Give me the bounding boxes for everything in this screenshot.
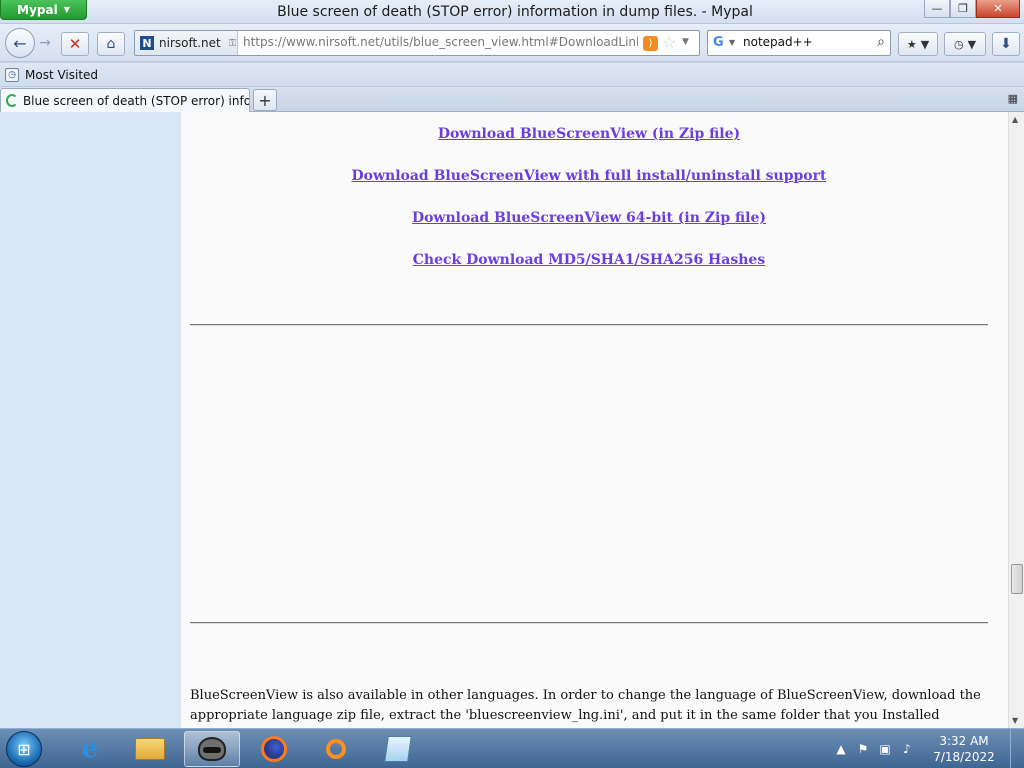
scrollbar-thumb[interactable] — [1011, 564, 1023, 594]
taskbar-internet-explorer[interactable]: e — [62, 731, 118, 767]
history-dropdown-icon: ▼ — [967, 37, 977, 51]
magnifier-icon — [326, 739, 346, 759]
address-bar[interactable]: N nirsoft.net ⚿ ) ☆ ▼ — [134, 30, 700, 56]
history-clock-icon: ◷ — [953, 37, 964, 51]
show-desktop-button[interactable] — [1010, 729, 1024, 768]
tab-active[interactable]: Blue screen of death (STOP error) inform… — [0, 88, 250, 112]
maximize-button[interactable]: ❐ — [950, 0, 976, 18]
tab-label: Blue screen of death (STOP error) inform… — [22, 93, 249, 108]
window-controls: — ❐ ✕ — [924, 0, 1020, 18]
history-button[interactable]: ◷ ▼ — [944, 32, 986, 56]
stop-button[interactable]: ✕ — [61, 32, 89, 56]
check-hashes-link[interactable]: Check Download MD5/SHA1/SHA256 Hashes — [190, 252, 988, 268]
search-engine-dropdown-icon[interactable]: ▼ — [729, 38, 735, 47]
most-visited-icon: ◷ — [5, 67, 19, 82]
clock[interactable]: 3:32 AM 7/18/2022 — [924, 733, 1004, 765]
search-input[interactable] — [743, 35, 863, 49]
search-icon[interactable]: ⌕ — [877, 34, 885, 50]
scroll-up-icon[interactable]: ▲ — [1012, 115, 1018, 124]
plus-icon: + — [258, 90, 272, 110]
title-bar: Mypal ▼ Blue screen of death (STOP error… — [0, 0, 1024, 24]
search-bar[interactable]: G ▼ ⌕ — [707, 30, 891, 56]
left-sidebar-column — [0, 112, 181, 728]
forward-arrow-icon: → — [39, 35, 51, 51]
bookmark-star-icon[interactable]: ☆ — [662, 33, 676, 52]
app-menu-button[interactable]: Mypal ▼ — [0, 0, 87, 20]
taskbar-file-explorer[interactable] — [122, 731, 178, 767]
clock-time: 3:32 AM — [939, 734, 989, 748]
app-menu-label: Mypal — [17, 2, 58, 17]
bookmarks-icon: ★ — [906, 37, 917, 51]
google-icon[interactable]: G — [713, 35, 724, 50]
taskbar: ⊞ e ▲ ⚑ ▣ ♪ 3:32 AM 7/18/2022 — [0, 728, 1024, 768]
clock-date: 7/18/2022 — [933, 750, 995, 764]
bookmark-most-visited[interactable]: Most Visited — [25, 68, 98, 82]
notepad-icon — [384, 736, 412, 762]
action-center-flag-icon[interactable]: ⚑ — [852, 742, 874, 756]
lock-icon: ⚿ — [228, 37, 237, 49]
download-64bit-link[interactable]: Download BlueScreenView 64-bit (in Zip f… — [190, 210, 988, 226]
window-title: Blue screen of death (STOP error) inform… — [277, 4, 753, 20]
caret-down-icon: ▼ — [63, 5, 70, 14]
site-name: nirsoft.net — [159, 36, 221, 50]
site-identity-button[interactable]: N nirsoft.net ⚿ — [135, 31, 238, 55]
languages-paragraph: BlueScreenView is also available in othe… — [190, 688, 981, 723]
rss-feed-icon[interactable]: ) — [643, 36, 658, 51]
show-hidden-icons-icon[interactable]: ▲ — [830, 742, 852, 756]
home-button[interactable]: ⌂ — [97, 32, 125, 56]
home-icon: ⌂ — [106, 36, 116, 52]
download-installer-link[interactable]: Download BlueScreenView with full instal… — [190, 168, 988, 184]
system-tray: ▲ ⚑ ▣ ♪ 3:32 AM 7/18/2022 — [830, 729, 1024, 768]
bookmarks-button[interactable]: ★ ▼ — [898, 32, 938, 56]
tab-list-grid-icon[interactable]: ▦ — [1008, 92, 1018, 105]
download-zip-link[interactable]: Download BlueScreenView (in Zip file) — [190, 126, 988, 142]
folder-icon — [135, 738, 165, 760]
firefox-icon — [261, 736, 287, 762]
network-icon[interactable]: ▣ — [874, 742, 896, 756]
taskbar-notepad[interactable] — [370, 731, 426, 767]
downloads-button[interactable]: ⬇ — [992, 32, 1020, 56]
close-button[interactable]: ✕ — [976, 0, 1020, 18]
page-content: Download BlueScreenView (in Zip file) Do… — [0, 112, 1008, 728]
start-button[interactable]: ⊞ — [6, 731, 42, 767]
bookmarks-dropdown-icon: ▼ — [920, 37, 930, 51]
forward-button[interactable]: → — [35, 33, 55, 53]
loading-spinner-icon — [6, 94, 18, 107]
back-button[interactable]: ← — [5, 28, 35, 58]
url-history-dropdown-icon[interactable]: ▼ — [682, 37, 689, 47]
horizontal-rule — [190, 622, 988, 624]
site-favicon-icon: N — [140, 36, 154, 50]
new-tab-button[interactable]: + — [253, 89, 277, 111]
scroll-down-icon[interactable]: ▼ — [1012, 716, 1018, 725]
minimize-button[interactable]: — — [924, 0, 950, 18]
taskbar-mypal[interactable] — [184, 731, 240, 767]
taskbar-search-tool[interactable] — [308, 731, 364, 767]
download-arrow-icon: ⬇ — [1000, 36, 1012, 52]
volume-icon[interactable]: ♪ — [896, 742, 918, 756]
url-input[interactable] — [243, 35, 638, 49]
windows-logo-icon: ⊞ — [17, 739, 31, 759]
horizontal-rule — [190, 324, 988, 326]
tab-strip: Blue screen of death (STOP error) inform… — [0, 87, 1024, 112]
taskbar-firefox[interactable] — [246, 731, 302, 767]
bookmarks-bar: ◷ Most Visited — [0, 63, 1024, 87]
navigation-toolbar: ← → ✕ ⌂ N nirsoft.net ⚿ ) ☆ ▼ G ▼ ⌕ ★ ▼ … — [0, 24, 1024, 62]
back-arrow-icon: ← — [13, 33, 27, 53]
stop-icon: ✕ — [68, 35, 82, 53]
vertical-scrollbar[interactable]: ▲ ▼ — [1008, 112, 1024, 728]
internet-explorer-icon: e — [81, 734, 99, 764]
mypal-raccoon-icon — [198, 737, 226, 761]
